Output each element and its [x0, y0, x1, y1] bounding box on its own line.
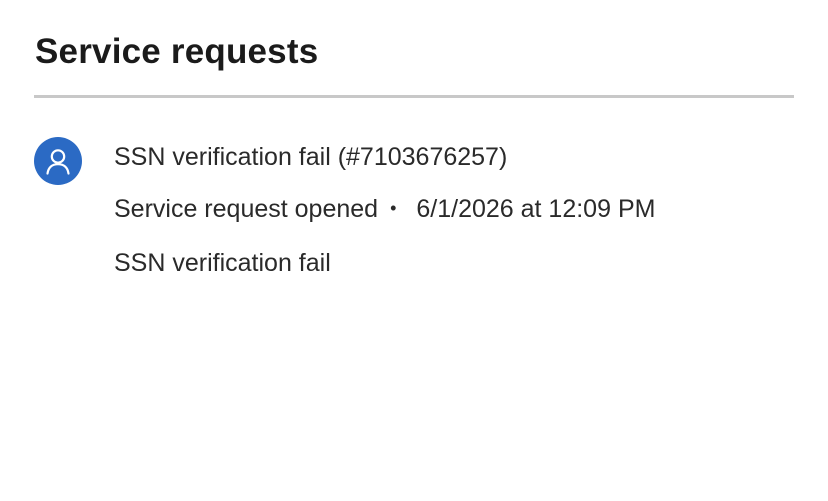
meta-separator: • — [390, 198, 397, 218]
request-datetime: 6/1/2026 at 12:09 PM — [416, 195, 656, 223]
title-divider — [34, 95, 794, 98]
service-request-item[interactable]: SSN verification fail (#7103676257) Serv… — [34, 136, 794, 286]
request-title[interactable]: SSN verification fail (#7103676257) — [114, 142, 507, 172]
person-icon — [46, 149, 70, 175]
request-meta: Service request opened • 6/1/2026 at 12:09… — [114, 193, 655, 224]
page-title: Service requests — [35, 32, 319, 71]
request-status: Service request opened — [114, 195, 379, 223]
avatar — [34, 137, 82, 185]
request-description: SSN verification fail — [114, 249, 331, 277]
